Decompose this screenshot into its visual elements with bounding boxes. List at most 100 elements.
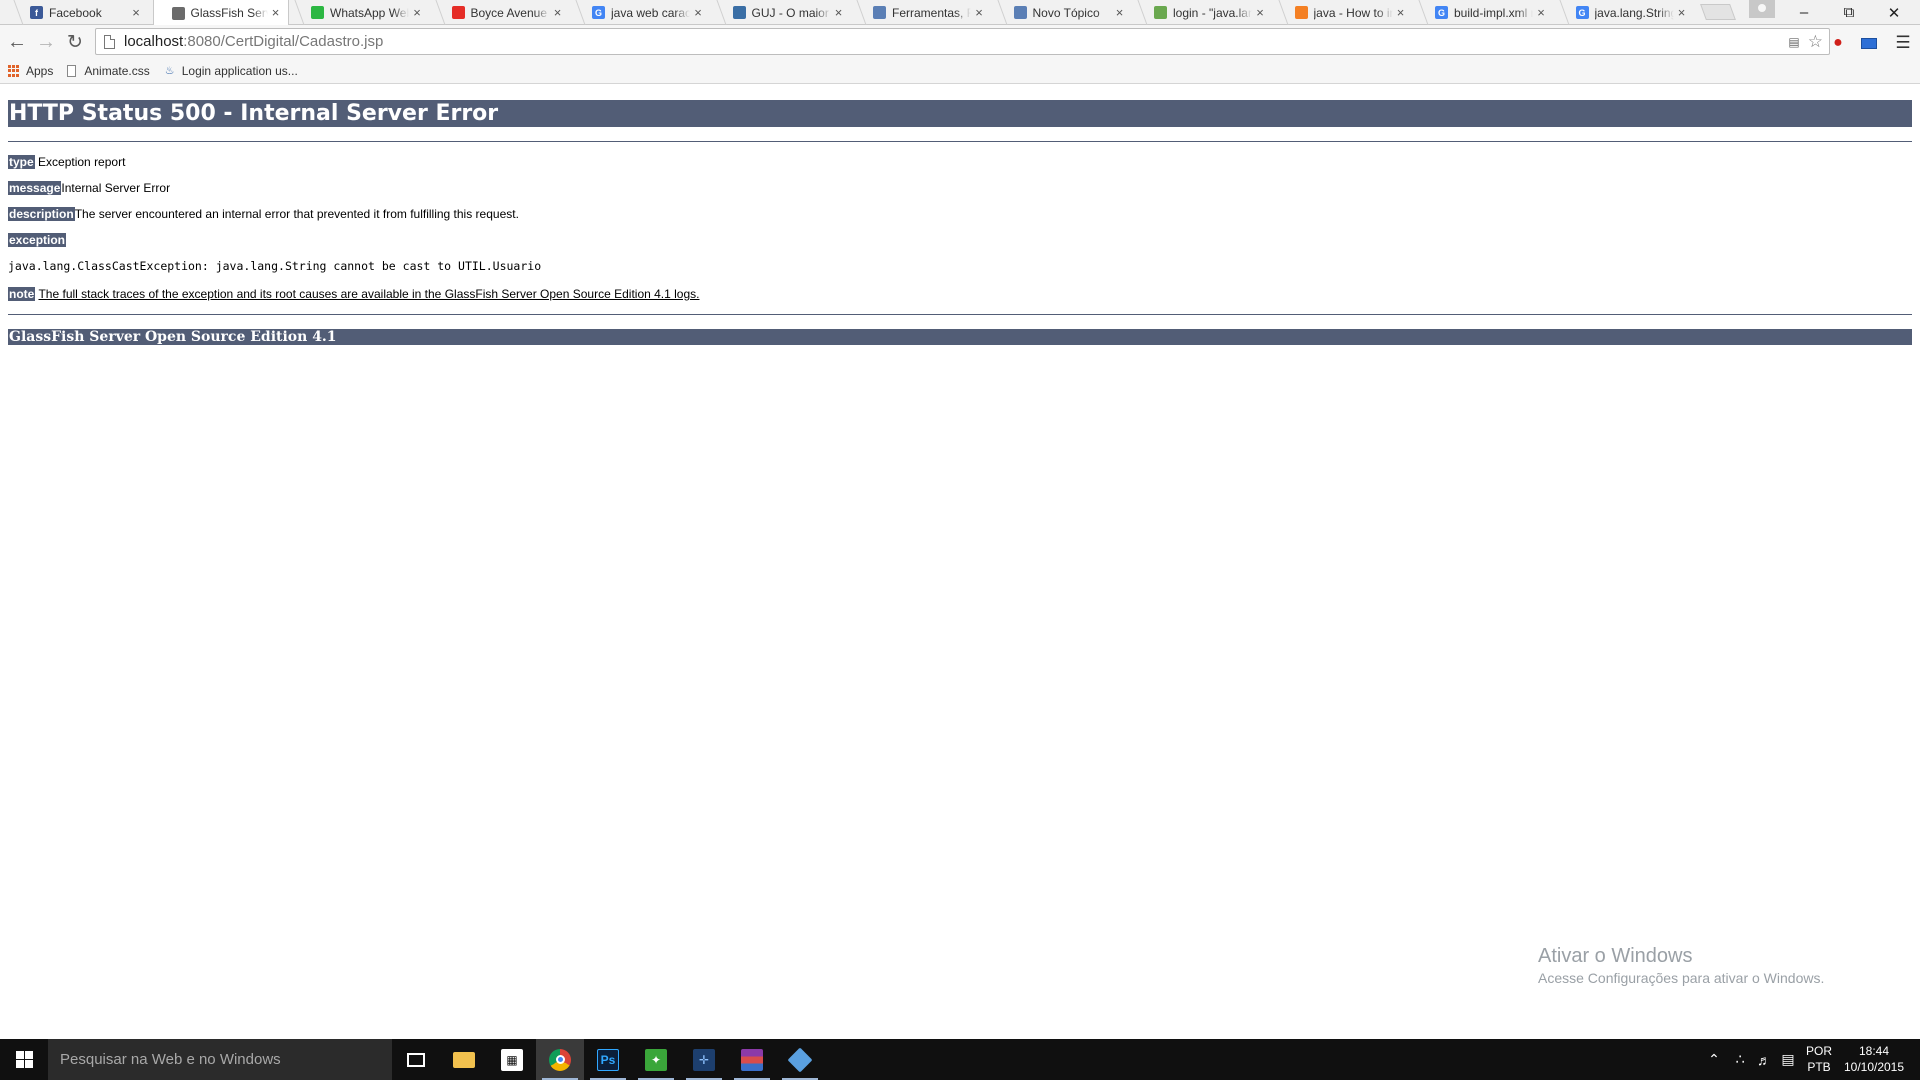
page-info-icon[interactable] xyxy=(104,34,115,49)
tab-8[interactable]: Novo Tópico × xyxy=(996,0,1132,25)
facebook-icon: f xyxy=(30,6,43,19)
tab-4[interactable]: Boyce Avenue D× xyxy=(434,0,570,25)
tab-title: java.lang.String xyxy=(1594,5,1674,20)
taskbar-virtualbox[interactable] xyxy=(776,1039,824,1080)
tab-10[interactable]: java - How to in × xyxy=(1277,0,1413,25)
tab-title: GlassFish Server Open Source Edition 4.1… xyxy=(190,6,268,20)
new-tab-button[interactable] xyxy=(1700,4,1736,20)
message-label: message xyxy=(8,181,62,195)
tab-title: Novo Tópico xyxy=(1032,5,1100,20)
tab-5[interactable]: Gjava web caracte× xyxy=(574,0,710,25)
tab-close-icon[interactable]: × xyxy=(692,6,704,19)
bookmark-label: Login application us... xyxy=(181,64,298,78)
taskbar-file-explorer[interactable] xyxy=(440,1039,488,1080)
tab-close-icon[interactable]: × xyxy=(270,6,282,19)
archive-icon xyxy=(741,1048,763,1071)
tab-close-icon[interactable]: × xyxy=(1114,6,1126,19)
tab-close-icon[interactable]: × xyxy=(552,6,564,19)
taskbar-netbeans[interactable]: ✛ xyxy=(680,1039,728,1080)
action-center-icon[interactable]: ▤ xyxy=(1776,1039,1800,1080)
start-button[interactable] xyxy=(0,1039,48,1080)
tab-1[interactable]: f Facebook × xyxy=(12,0,148,25)
task-view-button[interactable] xyxy=(392,1039,440,1080)
bookmark-login-application[interactable]: ♨ Login application us... xyxy=(164,64,298,78)
page-icon xyxy=(67,65,77,77)
tab-close-icon[interactable]: × xyxy=(130,6,142,19)
url-path: :8080/CertDigital/Cadastro.jsp xyxy=(183,33,384,50)
tab-strip: fFacebook×GlassFish Server Open Source E… xyxy=(0,0,1920,26)
type-row: type Exception report xyxy=(8,154,125,170)
page-icon xyxy=(1013,6,1027,19)
url-host: localhost xyxy=(124,33,184,50)
forward-icon[interactable]: → xyxy=(33,29,59,55)
reload-icon[interactable]: ↻ xyxy=(62,29,88,55)
page-title: HTTP Status 500 - Internal Server Error xyxy=(8,100,1912,127)
message-row: messageInternal Server Error xyxy=(8,180,170,196)
back-icon[interactable]: ← xyxy=(4,29,30,55)
tab-2[interactable]: GlassFish Server Open Source Edition 4.1… xyxy=(152,0,289,26)
tab-close-icon[interactable]: × xyxy=(1676,6,1688,19)
user-profile-icon[interactable] xyxy=(1749,0,1775,18)
divider xyxy=(8,141,1912,142)
taskbar-app-green[interactable]: ✦ xyxy=(632,1039,680,1080)
bookmark-animate-css[interactable]: Animate.css xyxy=(67,64,150,78)
tab-11[interactable]: Gbuild-impl.xml n × xyxy=(1417,0,1553,25)
tab-close-icon[interactable]: × xyxy=(1395,6,1407,19)
note-label: note xyxy=(8,287,36,301)
tab-close-icon[interactable]: × xyxy=(833,6,845,19)
watermark-subtitle: Acesse Configurações para ativar o Windo… xyxy=(1538,970,1825,986)
volume-icon[interactable]: ♬ xyxy=(1752,1039,1776,1080)
windows-activation-watermark: Ativar o Windows Acesse Configurações pa… xyxy=(1538,945,1824,986)
restore-icon[interactable]: ⧉ xyxy=(1829,0,1869,25)
page-icon xyxy=(873,6,886,19)
java-icon: ♨ xyxy=(164,65,175,77)
tab-title: GUJ - O maior fó xyxy=(751,5,831,20)
google-icon: G xyxy=(1575,6,1589,19)
store-icon: ▦ xyxy=(501,1048,523,1071)
browser-toolbar: ← → ↻ localhost:8080/CertDigital/Cadastr… xyxy=(0,25,1920,59)
photoshop-icon: Ps xyxy=(597,1048,619,1071)
taskbar-chrome[interactable] xyxy=(536,1039,584,1080)
language-code: POR xyxy=(1805,1044,1832,1058)
error-page: HTTP Status 500 - Internal Server Error … xyxy=(8,84,1912,1039)
tab-title: Ferramentas, Fr xyxy=(892,5,971,20)
close-window-icon[interactable]: ✕ xyxy=(1874,0,1914,25)
address-bar[interactable]: localhost:8080/CertDigital/Cadastro.jsp … xyxy=(95,28,1830,55)
note-row: note The full stack traces of the except… xyxy=(8,286,699,302)
cast-icon[interactable] xyxy=(1859,33,1879,53)
bookmark-apps[interactable]: Apps xyxy=(8,64,53,78)
taskbar-winrar[interactable] xyxy=(728,1039,776,1080)
stackoverflow-icon xyxy=(1294,6,1308,19)
url-text[interactable]: localhost:8080/CertDigital/Cadastro.jsp xyxy=(124,33,383,50)
folder-icon xyxy=(453,1051,475,1068)
translate-icon[interactable]: ▤ xyxy=(1788,35,1799,49)
tab-close-icon[interactable]: × xyxy=(973,6,985,19)
tab-title: java web caracte xyxy=(611,5,690,20)
tab-3[interactable]: WhatsApp Web × xyxy=(293,0,429,25)
tab-7[interactable]: Ferramentas, Fr × xyxy=(855,0,991,25)
bookmark-star-icon[interactable]: ☆ xyxy=(1808,32,1823,52)
tab-6[interactable]: GUJ - O maior fó× xyxy=(715,0,851,25)
taskbar-photoshop[interactable]: Ps xyxy=(584,1039,632,1080)
adblock-icon[interactable]: ● xyxy=(1828,33,1848,53)
taskbar-store[interactable]: ▦ xyxy=(488,1039,536,1080)
tab-close-icon[interactable]: × xyxy=(1254,6,1266,19)
google-icon: G xyxy=(592,6,605,19)
tray-chevron-icon[interactable]: ⌃ xyxy=(1702,1039,1726,1080)
clock[interactable]: 18:44 10/10/2015 xyxy=(1838,1043,1910,1075)
tab-close-icon[interactable]: × xyxy=(411,6,423,19)
chrome-icon xyxy=(549,1048,571,1071)
bookmarks-bar: Apps Animate.css ♨ Login application us.… xyxy=(0,59,1920,84)
google-icon: G xyxy=(1435,6,1448,19)
minimize-icon[interactable]: – xyxy=(1784,0,1824,25)
clock-time: 18:44 xyxy=(1858,1044,1890,1058)
network-icon[interactable]: ∴ xyxy=(1728,1039,1752,1080)
windows-logo-icon xyxy=(15,1051,33,1068)
language-indicator[interactable]: POR PTB xyxy=(1800,1043,1838,1075)
tab-title: Facebook xyxy=(49,5,102,20)
tab-close-icon[interactable]: × xyxy=(1535,6,1547,19)
menu-icon[interactable]: ☰ xyxy=(1893,33,1913,53)
tab-12[interactable]: Gjava.lang.String × xyxy=(1558,0,1694,25)
taskbar-search-box[interactable]: Pesquisar na Web e no Windows xyxy=(48,1039,392,1080)
tab-9[interactable]: login - "java.lan × xyxy=(1136,0,1272,25)
